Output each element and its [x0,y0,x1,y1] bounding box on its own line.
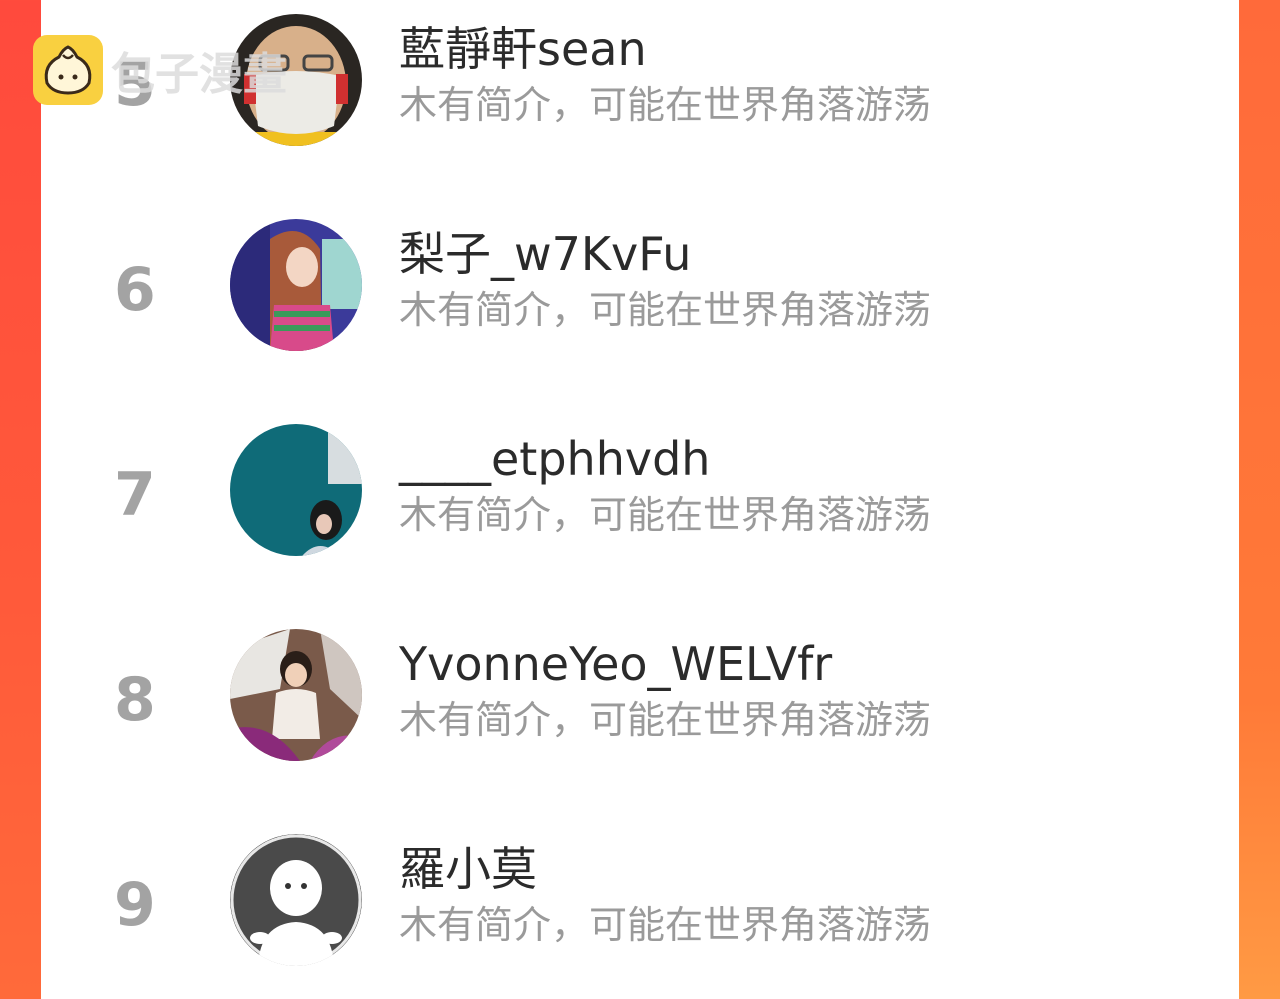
user-description: 木有简介，可能在世界角落游荡 [399,83,932,127]
rank-number: 9 [114,870,156,940]
list-item[interactable]: 7 ____etphhvdh 木有简介，可能在世界角落游荡 [41,410,1239,610]
user-name[interactable]: 藍靜軒sean [399,26,647,72]
watermark: 包子漫畫 [33,35,287,105]
list-item[interactable]: 9 羅小莫 木有简介，可能在世界角落游荡 [41,820,1239,999]
list-item[interactable]: 6 梨子_w7KvFu 木有简介，可能在世界角落游荡 [41,205,1239,405]
rank-number: 7 [114,460,156,530]
user-name[interactable]: ____etphhvdh [399,436,710,482]
user-description: 木有简介，可能在世界角落游荡 [399,698,932,742]
user-name[interactable]: 梨子_w7KvFu [399,231,691,277]
rank-number: 8 [114,665,156,735]
user-name[interactable]: YvonneYeo_WELVfr [399,641,832,687]
child-photo-avatar[interactable] [230,629,362,761]
user-description: 木有简介，可能在世界角落游荡 [399,903,932,947]
anime-girl-avatar[interactable] [230,219,362,351]
rank-number: 6 [114,255,156,325]
watermark-text: 包子漫畫 [111,49,287,100]
ranking-panel: 5 藍靜軒sean 木有简介，可能在世界角落游荡 6 梨子_w7KvFu 木有简… [41,0,1239,999]
background-right-strip [1238,0,1280,999]
bun-logo-icon [33,35,103,105]
list-item[interactable]: 8 YvonneYeo_WELVfr 木有简介，可能在世界角落游荡 [41,615,1239,815]
user-description: 木有简介，可能在世界角落游荡 [399,493,932,537]
teal-wall-girl-avatar[interactable] [230,424,362,556]
default-user-avatar[interactable] [230,834,362,966]
user-description: 木有简介，可能在世界角落游荡 [399,288,932,332]
user-name[interactable]: 羅小莫 [399,846,537,892]
